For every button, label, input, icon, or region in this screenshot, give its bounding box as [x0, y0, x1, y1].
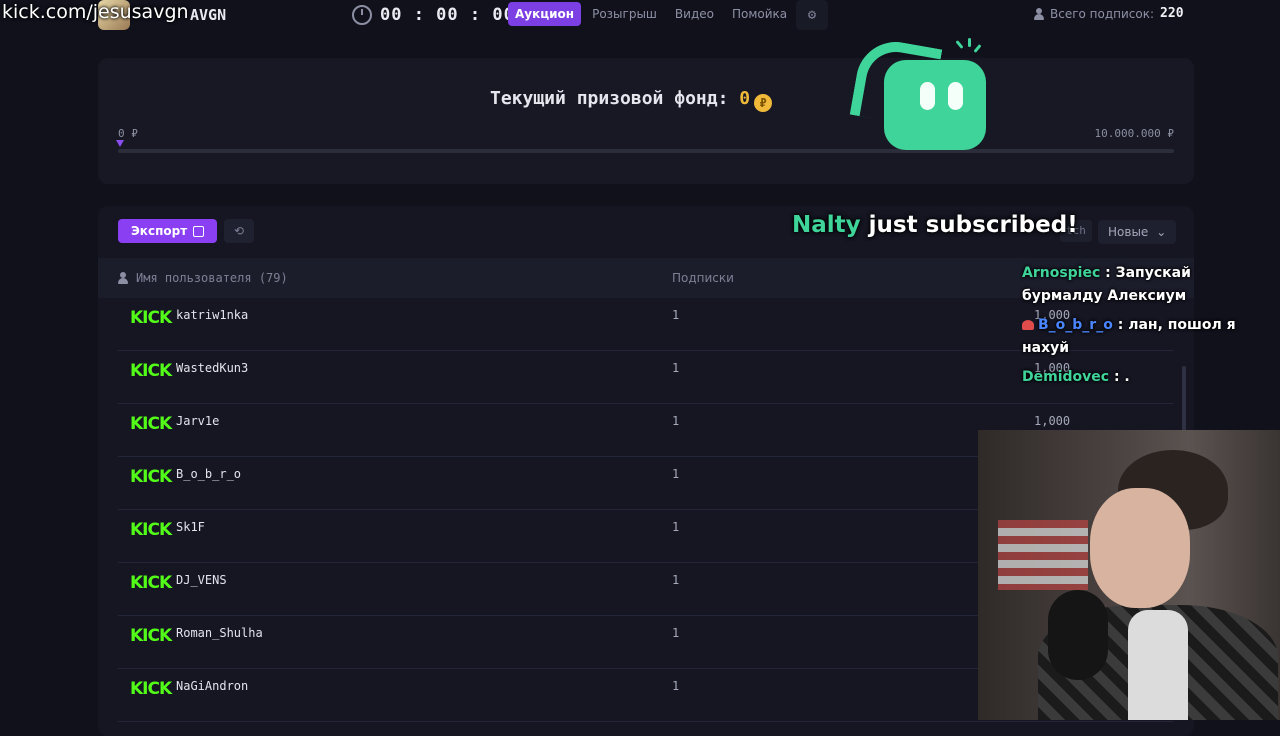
microphone-icon — [1048, 590, 1108, 680]
row-subs: 1 — [672, 626, 680, 640]
sort-select[interactable]: Новые ⌄ — [1098, 220, 1177, 244]
tab-auction[interactable]: Аукцион — [508, 2, 582, 26]
user-icon — [1034, 7, 1044, 20]
scale-min: 0 ₽ — [118, 127, 138, 140]
sort-label: Новые — [1108, 225, 1149, 239]
prize-title-label: Текущий призовой фонд: — [490, 88, 729, 109]
export-label: Экспорт — [131, 224, 188, 238]
row-amount: 1,000 — [1034, 414, 1071, 428]
webcam-tshirt — [1128, 610, 1188, 720]
chat-message: Arnospiec : Запускай бурмалду Алексиум — [1020, 262, 1270, 308]
robot-body — [884, 60, 986, 150]
progress-marker-icon — [116, 140, 124, 147]
chevron-down-icon: ⌄ — [1156, 225, 1167, 239]
row-subs: 1 — [672, 520, 680, 534]
tab-giveaway[interactable]: Розыгрыш — [585, 2, 664, 26]
subs-total-count: 220 — [1160, 6, 1184, 21]
stream-url-overlay: kick.com/jesusavgn — [2, 1, 189, 23]
tab-video[interactable]: Видео — [668, 2, 721, 26]
row-username: NaGiAndron — [176, 679, 249, 693]
user-icon — [118, 272, 128, 284]
row-subs: 1 — [672, 414, 680, 428]
col-subs-header[interactable]: Подписки — [672, 271, 734, 285]
chat-text: : . — [1113, 369, 1130, 385]
scale-max: 10.000.000 ₽ — [1094, 127, 1174, 140]
refresh-button[interactable]: ⟲ — [224, 219, 254, 243]
robot-spark — [968, 38, 971, 47]
row-username: B_o_b_r_o — [176, 467, 242, 481]
chat-badge-icon — [1022, 320, 1034, 330]
coin-icon: ₽ — [754, 94, 773, 112]
gear-icon: ⚙ — [807, 7, 817, 23]
settings-button[interactable]: ⚙ — [796, 0, 828, 30]
chat-username: Arnospiec — [1022, 265, 1101, 281]
row-subs: 1 — [672, 361, 680, 375]
refresh-icon: ⟲ — [233, 224, 245, 238]
timer-value: 00 : 00 : 00 — [380, 5, 515, 25]
robot-mascot-icon — [849, 35, 996, 158]
robot-spark — [955, 40, 964, 49]
subs-total: Всего подписок: 220 — [1034, 6, 1184, 21]
col-user-label: Имя пользователя (79) — [136, 271, 288, 285]
kick-logo-icon: KICK — [130, 520, 172, 540]
webcam-feed — [978, 430, 1280, 720]
row-subs: 1 — [672, 573, 680, 587]
table-row[interactable]: KICK katriw1nka 1 1,000 — [118, 298, 1174, 351]
alert-username: Nalty — [792, 212, 861, 238]
kick-logo-icon: KICK — [130, 679, 172, 699]
main-nav: Аукцион Розыгрыш Видео Помойка — [508, 2, 794, 26]
top-bar: AVGN 00 : 00 : 00 Аукцион Розыгрыш Видео… — [0, 0, 1280, 30]
chat-overlay: Arnospiec : Запускай бурмалду Алексиум B… — [1020, 262, 1270, 395]
subs-total-label: Всего подписок: — [1050, 6, 1155, 21]
kick-logo-icon: KICK — [130, 361, 172, 381]
kick-logo-icon: KICK — [130, 573, 172, 593]
webcam-face — [1090, 488, 1190, 608]
robot-eye-right — [948, 82, 963, 110]
clock-icon — [352, 5, 372, 25]
chat-username: Demidovec — [1022, 369, 1110, 385]
prize-title: Текущий призовой фонд: 0 ₽ — [490, 88, 773, 112]
tab-trash[interactable]: Помойка — [725, 2, 794, 26]
row-subs: 1 — [672, 308, 680, 322]
chat-message: B_o_b_r_o : лан, пошол я нахуй — [1020, 314, 1270, 360]
row-subs: 1 — [672, 679, 680, 693]
channel-name: AVGN — [190, 6, 227, 24]
export-button[interactable]: Экспорт — [118, 219, 218, 243]
alert-text: just subscribed! — [860, 212, 1078, 238]
prize-fund-card: Текущий призовой фонд: 0 ₽ 0 ₽ 10.000.000… — [98, 58, 1194, 184]
prize-progress-bar — [116, 140, 1174, 153]
kick-logo-icon: KICK — [130, 308, 172, 328]
chat-message: Demidovec : . — [1020, 366, 1270, 389]
chat-username: B_o_b_r_o — [1038, 317, 1113, 333]
export-icon — [193, 225, 205, 237]
webcam-flag — [998, 520, 1088, 590]
kick-logo-icon: KICK — [130, 626, 172, 646]
row-username: katriw1nka — [176, 308, 249, 322]
robot-spark — [973, 44, 982, 53]
row-username: WastedKun3 — [176, 361, 249, 375]
prize-amount: 0 — [739, 88, 751, 109]
kick-logo-icon: KICK — [130, 467, 172, 487]
subscription-alert: Nalty just subscribed! — [792, 212, 1078, 238]
table-row[interactable]: KICK WastedKun3 1 1,000 — [118, 351, 1174, 404]
row-username: Roman_Shulha — [176, 626, 263, 640]
robot-eye-left — [920, 82, 935, 110]
row-username: Jarv1e — [176, 414, 220, 428]
timer: 00 : 00 : 00 — [352, 3, 515, 27]
col-user-header[interactable]: Имя пользователя (79) — [118, 271, 288, 285]
row-subs: 1 — [672, 467, 680, 481]
row-username: DJ_VENS — [176, 573, 227, 587]
kick-logo-icon: KICK — [130, 414, 172, 434]
row-username: Sk1F — [176, 520, 205, 534]
